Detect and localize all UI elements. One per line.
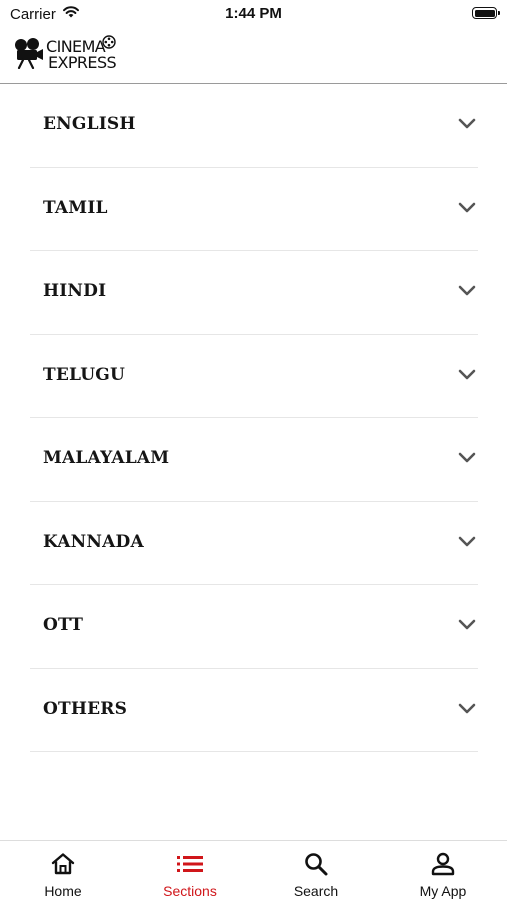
section-row-tamil[interactable]: TAMIL xyxy=(30,168,478,251)
tab-my-app[interactable]: My App xyxy=(380,841,506,901)
chevron-down-icon[interactable] xyxy=(458,702,476,720)
person-icon xyxy=(430,851,456,877)
section-row-english[interactable]: ENGLISH xyxy=(30,84,478,168)
chevron-down-icon[interactable] xyxy=(458,117,476,135)
chevron-down-icon[interactable] xyxy=(458,368,476,386)
section-label: OTT xyxy=(43,615,84,635)
section-row-ott[interactable]: OTT xyxy=(30,585,478,669)
section-row-others[interactable]: OTHERS xyxy=(30,669,478,752)
app-header: CINEMA EXPRESS xyxy=(0,28,507,84)
section-label: OTHERS xyxy=(43,698,128,719)
status-time: 1:44 PM xyxy=(225,5,282,22)
section-row-kannada[interactable]: KANNADA xyxy=(30,502,478,585)
search-icon xyxy=(303,851,329,877)
tab-label-home: Home xyxy=(44,883,82,899)
bottom-tab-bar: Home Sections Search My App xyxy=(0,840,507,900)
tab-sections[interactable]: Sections xyxy=(127,841,253,901)
section-label: MALAYALAM xyxy=(43,448,170,468)
chevron-down-icon[interactable] xyxy=(458,284,476,302)
section-list: ENGLISH TAMIL HINDI TELUGU MALAYALAM KAN… xyxy=(30,84,478,752)
cinema-express-logo[interactable]: CINEMA EXPRESS xyxy=(14,35,117,75)
section-label: TELUGU xyxy=(43,364,125,385)
tab-home[interactable]: Home xyxy=(0,841,126,901)
section-label: ENGLISH xyxy=(43,114,136,134)
film-reel-icon xyxy=(102,35,116,54)
chevron-down-icon[interactable] xyxy=(458,535,476,553)
section-row-malayalam[interactable]: MALAYALAM xyxy=(30,418,478,502)
chevron-down-icon[interactable] xyxy=(458,618,476,636)
film-camera-icon xyxy=(14,37,44,74)
tab-label-my-app: My App xyxy=(419,883,467,899)
tab-label-search: Search xyxy=(293,883,339,899)
section-row-telugu[interactable]: TELUGU xyxy=(30,335,478,418)
tab-search[interactable]: Search xyxy=(253,841,379,901)
logo-line-express: EXPRESS xyxy=(48,53,117,72)
section-row-hindi[interactable]: HINDI xyxy=(30,251,478,335)
chevron-down-icon[interactable] xyxy=(458,201,476,219)
section-label: TAMIL xyxy=(43,197,108,218)
battery-icon xyxy=(472,7,500,19)
home-icon xyxy=(50,851,76,877)
section-label: HINDI xyxy=(43,281,107,301)
section-label: KANNADA xyxy=(43,531,144,552)
list-icon xyxy=(177,851,203,877)
status-bar: Carrier 1:44 PM xyxy=(0,0,507,28)
chevron-down-icon[interactable] xyxy=(458,451,476,469)
tab-label-sections: Sections xyxy=(163,883,217,899)
